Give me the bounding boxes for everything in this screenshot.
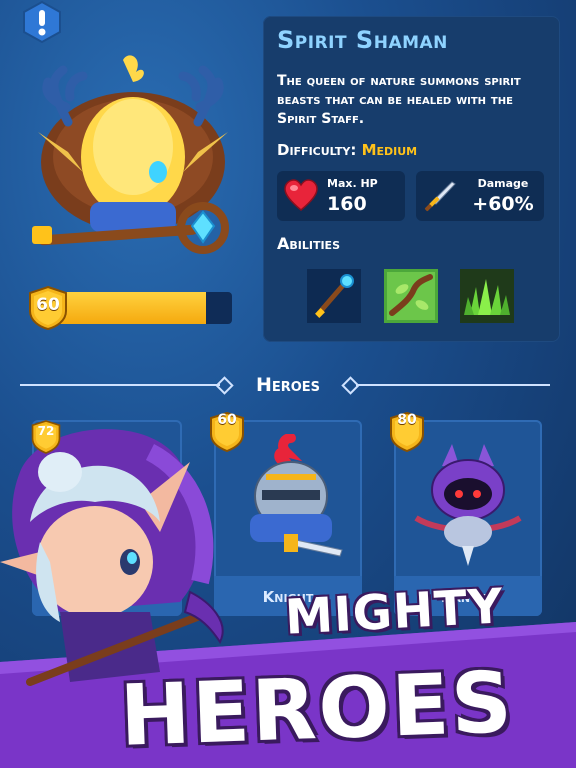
- knight-avatar: [250, 434, 343, 557]
- hero-level-bar: 60: [26, 285, 232, 331]
- heroes-section-divider: Heroes: [20, 372, 556, 398]
- max-hp-value: 160: [327, 193, 367, 215]
- difficulty-value: Medium: [361, 141, 418, 159]
- promo-line-heroes: HEROES: [118, 653, 516, 765]
- max-hp-label: Max. HP: [327, 177, 378, 190]
- ability-staff[interactable]: [307, 269, 361, 323]
- divider-line-right: [356, 384, 550, 386]
- ability-grass-spikes[interactable]: [460, 269, 514, 323]
- sword-icon: [424, 181, 456, 212]
- damage-value: +60%: [472, 193, 534, 215]
- difficulty-row: Difficulty: Medium: [277, 141, 417, 159]
- hero-info-panel: Spirit Shaman The queen of nature summon…: [263, 16, 560, 342]
- hero-description: The queen of nature summons spirit beast…: [277, 73, 521, 127]
- stat-damage: Damage +60%: [416, 171, 544, 221]
- promo-line-mighty: MIGHTY: [283, 578, 506, 646]
- alert-badge-icon[interactable]: [20, 0, 64, 44]
- staff-ability-icon: [307, 269, 361, 323]
- heart-icon: [284, 179, 318, 211]
- hero-name: Spirit Shaman: [277, 26, 448, 54]
- hero-level-number: 60: [36, 295, 60, 315]
- card-level-number: 72: [37, 424, 55, 438]
- card-level-number: 80: [397, 412, 417, 428]
- damage-label: Damage: [477, 177, 529, 190]
- vine-ability-icon: [384, 269, 438, 323]
- grass-spikes-ability-icon: [460, 269, 514, 323]
- ability-vine[interactable]: [384, 269, 438, 323]
- elf-hero-character: [0, 429, 224, 686]
- stat-max-hp: Max. HP 160: [277, 171, 405, 221]
- difficulty-label: Difficulty:: [277, 141, 357, 159]
- ranger-avatar: [414, 444, 522, 566]
- spirit-shaman-portrait: [32, 55, 229, 254]
- abilities-title: Abilities: [277, 234, 340, 253]
